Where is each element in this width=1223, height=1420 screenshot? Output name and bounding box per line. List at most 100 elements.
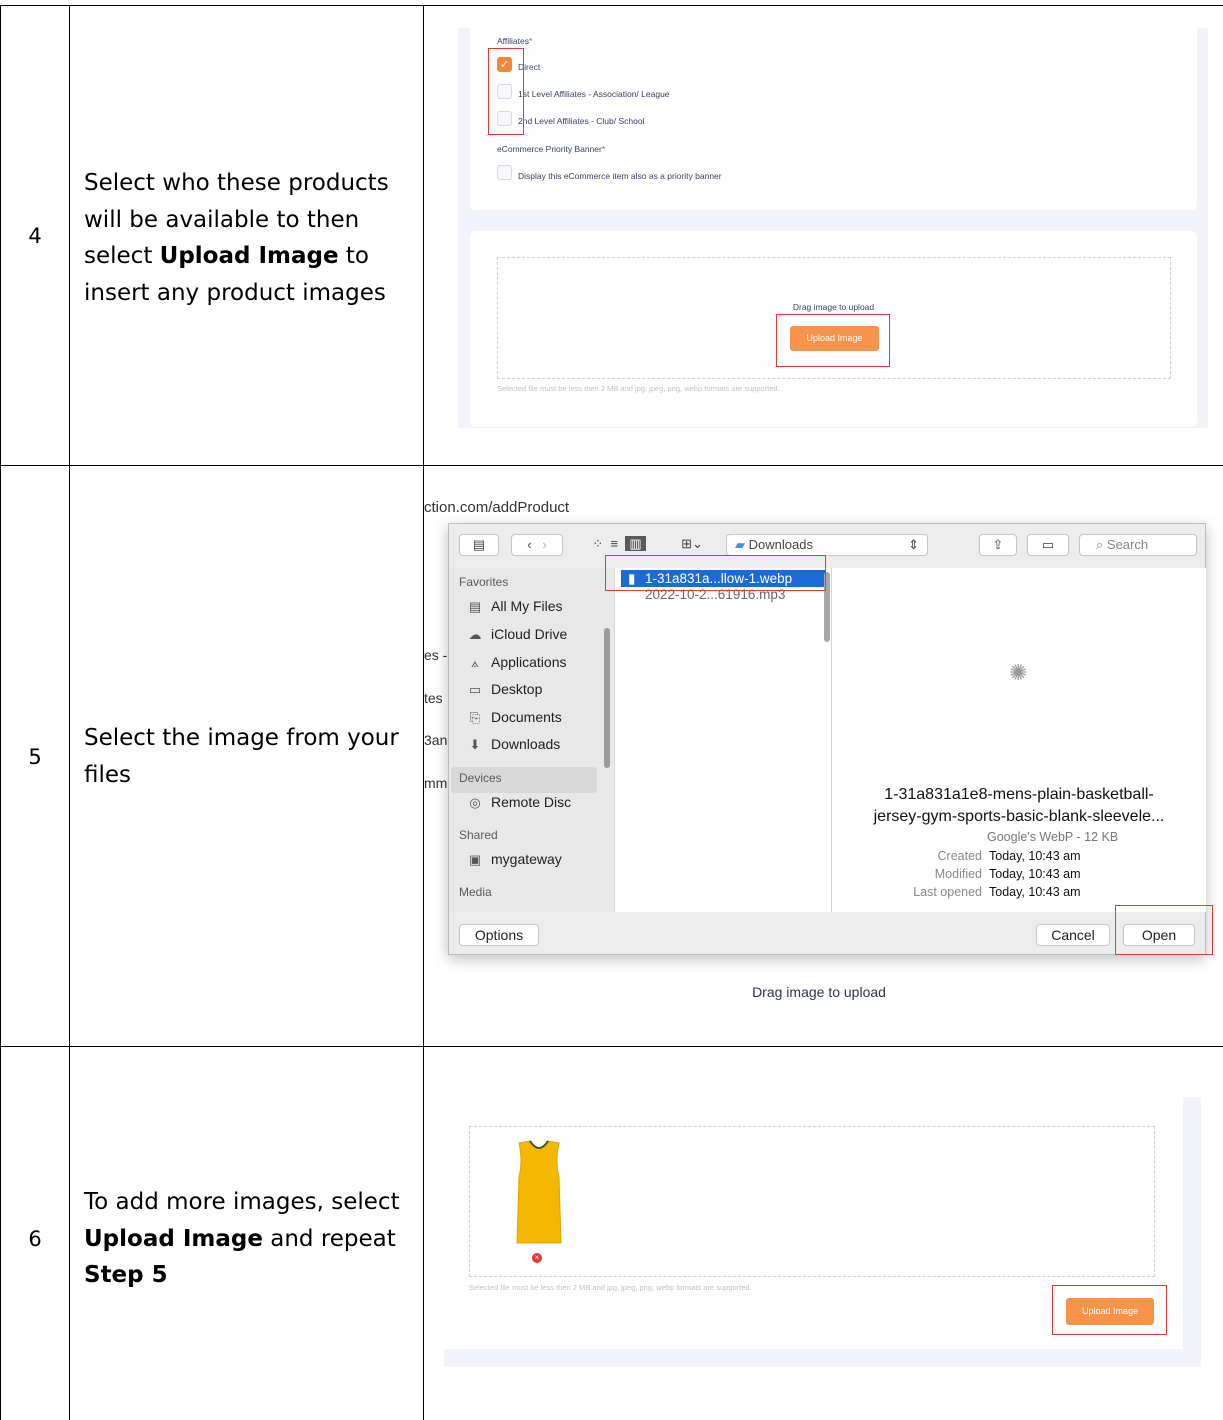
options-button[interactable]: Options: [459, 924, 539, 946]
highlight-box: [776, 314, 890, 367]
sidebar-item-mygateway[interactable]: ▣ mygateway: [467, 851, 562, 868]
updown-icon: ⇕: [908, 537, 919, 552]
preview-kind: Google's WebP - 12 KB: [987, 830, 1119, 844]
step-number: 5: [28, 745, 42, 769]
files-icon: ▤: [468, 599, 482, 614]
chevron-down-icon: ⌄: [692, 536, 703, 551]
file-preview: ✺ 1-31a831a1e8-mens-plain-basketball- je…: [832, 568, 1206, 912]
document-icon: ⎘: [469, 710, 481, 725]
jersey-thumbnail: [516, 1140, 562, 1244]
highlight-box: [1052, 1285, 1167, 1335]
computer-icon: ▣: [468, 852, 482, 867]
last-opened-label: Last opened: [913, 885, 982, 899]
remove-image-icon[interactable]: ×: [532, 1253, 542, 1263]
forward-icon: ›: [542, 537, 547, 552]
search-icon: ⌕: [1096, 537, 1104, 552]
finder-sidebar: Favorites ▤ All My Files ☁ iCloud Drive ⟑ A…: [449, 568, 614, 912]
arrange-button[interactable]: ⊞⌄: [673, 534, 711, 556]
sidebar-item-applications[interactable]: ⟑ Applications: [467, 654, 566, 671]
list-view-icon: ≡: [610, 536, 619, 551]
back-forward-buttons[interactable]: ‹ ›: [511, 534, 563, 556]
created-label: Created: [937, 849, 982, 863]
step-instruction: Select who these products will be availa…: [84, 165, 414, 311]
sidebar-item-icloud-drive[interactable]: ☁ iCloud Drive: [467, 626, 568, 643]
background-text: mm: [424, 775, 448, 791]
background-text: tes: [424, 690, 443, 706]
file-hint: Selected file must be less then 2 MB and…: [497, 384, 780, 393]
desktop-icon: ▭: [468, 682, 482, 697]
location-select[interactable]: ▰ Downloads ⇕: [726, 534, 928, 556]
view-mode-buttons[interactable]: ⁘ ≡ ▥: [577, 534, 661, 556]
highlight-box: [488, 48, 524, 135]
downloads-icon: ⬇: [469, 737, 481, 752]
last-opened-value: Today, 10:43 am: [989, 885, 1081, 899]
share-icon: ⇪: [992, 537, 1004, 552]
drag-text: Drag image to upload: [792, 302, 875, 312]
devices-header: Devices: [459, 771, 502, 785]
screenshot-affiliates-form: Affiliates* ✓ Direct 1st Level Affiliate…: [458, 28, 1208, 428]
back-icon: ‹: [527, 537, 532, 552]
table-border-top: [0, 5, 1223, 6]
affiliates-label: Affiliates*: [497, 36, 533, 46]
tag-button[interactable]: ▭: [1027, 534, 1069, 556]
instruction-bold: Step 5: [84, 1262, 168, 1288]
applications-icon: ⟑: [471, 655, 479, 670]
sidebar-toggle-button[interactable]: ▤: [459, 534, 499, 556]
priority-checkbox[interactable]: [497, 165, 512, 180]
table-row-divider: [0, 1046, 1223, 1047]
grid-icon: ⊞: [681, 536, 692, 551]
preview-filename: jersey-gym-sports-basic-blank-sleevele..…: [873, 808, 1165, 825]
media-header: Media: [459, 885, 492, 899]
highlight-box: [1115, 905, 1213, 955]
favorites-header: Favorites: [459, 575, 509, 589]
background-text: es -: [424, 647, 448, 663]
table-column-divider: [69, 5, 70, 1420]
step-instruction: Select the image from your files: [84, 725, 399, 788]
sidebar-scrollbar[interactable]: [604, 628, 610, 768]
screenshot-file-dialog: ction.com/addProduct es - tes 3anr mm ▤ …: [424, 490, 1223, 1015]
instruction-bold: Upload Image: [159, 243, 339, 269]
modified-value: Today, 10:43 am: [989, 867, 1081, 881]
image-upload-card: × Selected file must be less then 2 MB a…: [444, 1097, 1183, 1349]
sidebar-item-desktop[interactable]: ▭ Desktop: [467, 681, 543, 698]
search-field[interactable]: ⌕ Search: [1079, 534, 1197, 556]
instruction-text: To add more images, select: [84, 1189, 400, 1215]
priority-banner-label: eCommerce Priority Banner*: [497, 144, 606, 154]
disc-icon: ◎: [469, 795, 481, 810]
table-row-divider: [0, 465, 1223, 466]
share-button[interactable]: ⇪: [979, 534, 1017, 556]
image-upload-card: Drag image to upload Upload Image Select…: [470, 231, 1197, 427]
step-number: 4: [28, 224, 42, 248]
file-hint: Selected file must be less then 2 MB and…: [469, 1283, 752, 1292]
sidebar-item-downloads[interactable]: ⬇ Downloads: [467, 736, 561, 753]
file-column: ▮ 1-31a831a...llow-1.webp 2022-10-2...619…: [614, 568, 832, 912]
step-number: 6: [28, 1227, 42, 1251]
dropzone[interactable]: [469, 1126, 1155, 1277]
sidebar-item-all-my-files[interactable]: ▤ All My Files: [467, 598, 563, 615]
preview-filename: 1-31a831a1e8-mens-plain-basketball-: [884, 786, 1154, 803]
open-file-dialog: ▤ ‹ › ⁘ ≡ ▥ ⊞⌄ ▰ Downloads ⇕ ⇪ ▭ ⌕ Search…: [448, 523, 1206, 955]
instruction-text: and repeat: [262, 1225, 396, 1252]
option-label: 1st Level Affiliates - Association/ Leag…: [518, 89, 670, 99]
instruction-bold: Upload Image: [84, 1225, 263, 1252]
cancel-button[interactable]: Cancel: [1036, 924, 1110, 946]
spinner-icon: ✺: [1009, 660, 1028, 685]
address-bar-url: ction.com/addProduct: [424, 499, 570, 516]
sidebar-icon: ▤: [472, 537, 486, 552]
sidebar-item-remote-disc[interactable]: ◎ Remote Disc: [467, 794, 571, 811]
icon-view-icon: ⁘: [592, 536, 604, 551]
table-border-left: [0, 5, 1, 1420]
highlight-box: [605, 555, 826, 591]
option-label: 2nd Level Affiliates - Club/ School: [518, 116, 645, 126]
cloud-icon: ☁: [468, 627, 482, 642]
drag-text: Drag image to upload: [752, 984, 886, 1000]
folder-icon: ▰: [735, 537, 745, 552]
tag-icon: ▭: [1041, 537, 1055, 552]
modified-label: Modified: [934, 867, 982, 881]
location-label: Downloads: [748, 537, 813, 552]
column-view-icon: ▥: [625, 536, 646, 551]
created-value: Today, 10:43 am: [989, 849, 1081, 863]
sidebar-item-documents[interactable]: ⎘ Documents: [467, 709, 562, 726]
priority-option-label: Display this eCommerce item also as a pr…: [518, 171, 722, 181]
affiliates-card: Affiliates* ✓ Direct 1st Level Affiliate…: [470, 28, 1197, 210]
